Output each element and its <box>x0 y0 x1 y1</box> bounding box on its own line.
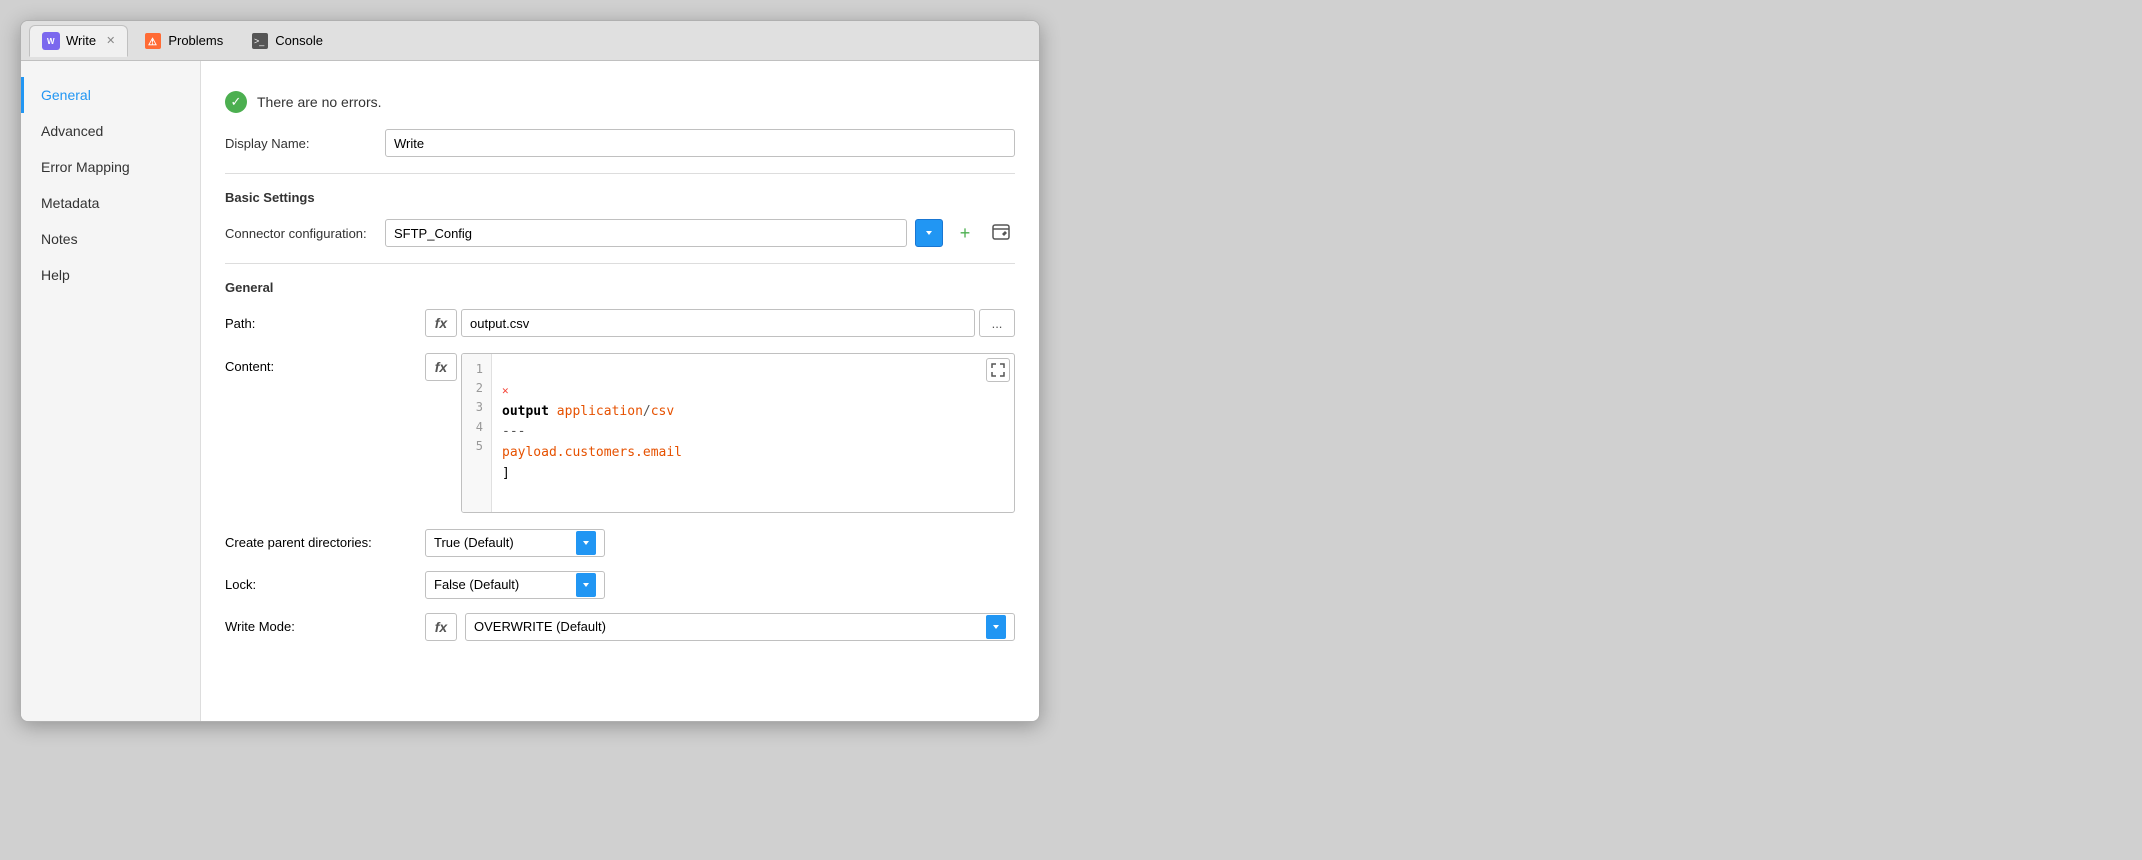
write-icon: W <box>42 32 60 50</box>
create-parent-label: Create parent directories: <box>225 535 425 550</box>
edit-connector-btn[interactable] <box>987 219 1015 247</box>
connector-select-value: SFTP_Config <box>394 226 472 241</box>
connector-dropdown-btn[interactable] <box>915 219 943 247</box>
content-label: Content: <box>225 353 425 374</box>
path-input[interactable] <box>461 309 975 337</box>
editor-inner: 1 2 3 4 5 ✕ output application/csv --- p… <box>462 354 1014 512</box>
tab-bar: W Write ✕ ⚠ Problems >_ Console <box>21 21 1039 61</box>
general-section-title: General <box>225 280 1015 295</box>
general-section: General Path: fx ... Content: fx 1 <box>225 280 1015 641</box>
create-parent-value: True (Default) <box>434 535 514 550</box>
tab-console-label: Console <box>275 33 323 48</box>
create-parent-row: Create parent directories: True (Default… <box>225 529 1015 557</box>
content-editor[interactable]: 1 2 3 4 5 ✕ output application/csv --- p… <box>461 353 1015 513</box>
tab-write-label: Write <box>66 33 96 48</box>
connector-config-label: Connector configuration: <box>225 226 385 241</box>
status-text: There are no errors. <box>257 94 382 110</box>
path-browse-btn[interactable]: ... <box>979 309 1015 337</box>
connector-config-controls: SFTP_Config + <box>385 219 1015 247</box>
write-mode-label: Write Mode: <box>225 619 425 634</box>
write-mode-fx-btn[interactable]: fx <box>425 613 457 641</box>
basic-settings-title: Basic Settings <box>225 190 1015 205</box>
lock-row: Lock: False (Default) <box>225 571 1015 599</box>
svg-text:W: W <box>47 37 55 46</box>
sidebar-item-help[interactable]: Help <box>21 257 200 293</box>
connector-config-row: Connector configuration: SFTP_Config + <box>225 219 1015 247</box>
main-window: W Write ✕ ⚠ Problems >_ Console <box>20 20 1040 722</box>
lock-value: False (Default) <box>434 577 519 592</box>
sidebar-item-metadata[interactable]: Metadata <box>21 185 200 221</box>
svg-text:⚠: ⚠ <box>148 37 157 48</box>
sidebar-item-notes[interactable]: Notes <box>21 221 200 257</box>
create-parent-dropdown-btn[interactable] <box>576 531 596 555</box>
write-mode-value: OVERWRITE (Default) <box>474 619 606 634</box>
editor-toolbar <box>986 358 1010 382</box>
problems-icon: ⚠ <box>144 32 162 50</box>
lock-label: Lock: <box>225 577 425 592</box>
console-icon: >_ <box>251 32 269 50</box>
path-fx-btn[interactable]: fx <box>425 309 457 337</box>
tab-problems[interactable]: ⚠ Problems <box>132 25 235 57</box>
content-fx-btn[interactable]: fx <box>425 353 457 381</box>
line-numbers: 1 2 3 4 5 <box>462 354 492 512</box>
write-mode-select[interactable]: OVERWRITE (Default) <box>465 613 1015 641</box>
editor-code: ✕ output application/csv --- payload.cus… <box>492 354 692 512</box>
display-name-input[interactable] <box>385 129 1015 157</box>
write-mode-row: Write Mode: fx OVERWRITE (Default) <box>225 613 1015 641</box>
status-bar: ✓ There are no errors. <box>225 81 1015 129</box>
sidebar: General Advanced Error Mapping Metadata … <box>21 61 201 721</box>
editor-expand-btn[interactable] <box>986 358 1010 382</box>
lock-dropdown-btn[interactable] <box>576 573 596 597</box>
svg-text:>_: >_ <box>254 36 265 46</box>
path-row: Path: fx ... <box>225 309 1015 337</box>
tab-write[interactable]: W Write ✕ <box>29 25 128 57</box>
create-parent-select[interactable]: True (Default) <box>425 529 605 557</box>
add-connector-btn[interactable]: + <box>951 219 979 247</box>
display-name-row: Display Name: <box>225 129 1015 157</box>
content-row: Content: fx 1 2 3 4 5 ✕ output applicati… <box>225 353 1015 513</box>
sidebar-item-error-mapping[interactable]: Error Mapping <box>21 149 200 185</box>
sidebar-item-advanced[interactable]: Advanced <box>21 113 200 149</box>
divider-2 <box>225 263 1015 264</box>
tab-close-btn[interactable]: ✕ <box>106 34 115 47</box>
status-icon: ✓ <box>225 91 247 113</box>
main-panel: ✓ There are no errors. Display Name: Bas… <box>201 61 1039 721</box>
divider-1 <box>225 173 1015 174</box>
tab-problems-label: Problems <box>168 33 223 48</box>
tab-console[interactable]: >_ Console <box>239 25 335 57</box>
content-area: General Advanced Error Mapping Metadata … <box>21 61 1039 721</box>
path-label: Path: <box>225 316 425 331</box>
display-name-label: Display Name: <box>225 136 385 151</box>
write-mode-dropdown-btn[interactable] <box>986 615 1006 639</box>
lock-select[interactable]: False (Default) <box>425 571 605 599</box>
sidebar-item-general[interactable]: General <box>21 77 200 113</box>
connector-select[interactable]: SFTP_Config <box>385 219 907 247</box>
